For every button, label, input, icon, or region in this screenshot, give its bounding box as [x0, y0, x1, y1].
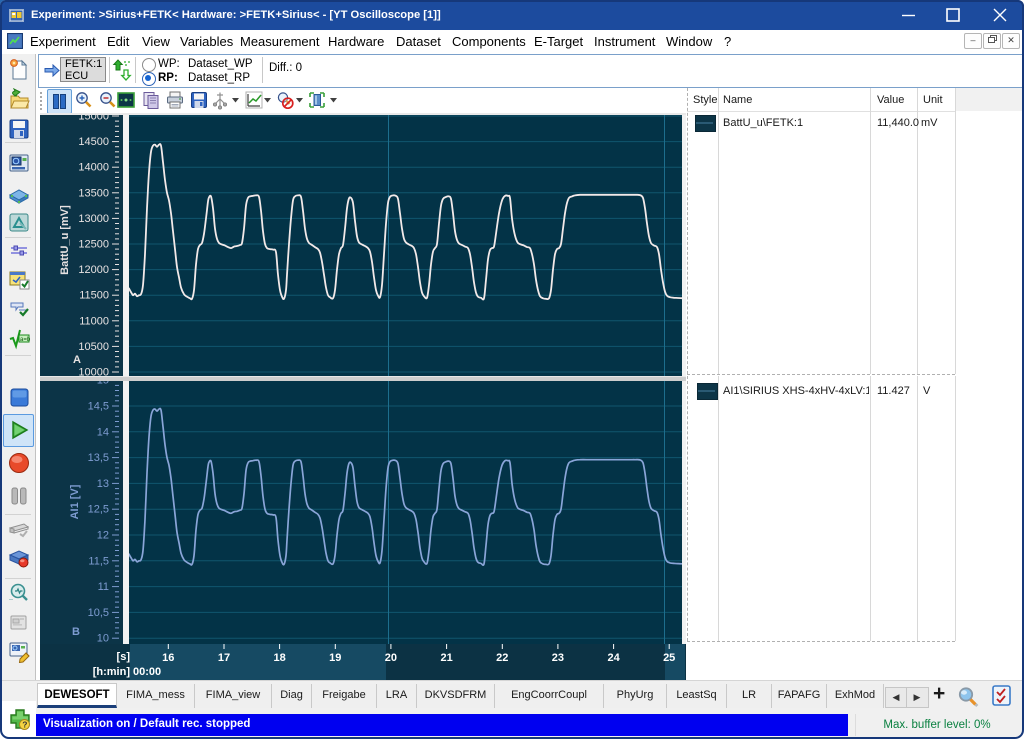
svg-text:a=b: a=b — [20, 337, 31, 343]
svg-text:25: 25 — [663, 652, 675, 664]
svg-text:12,5: 12,5 — [88, 504, 109, 516]
svg-text:15000: 15000 — [78, 113, 109, 123]
svg-text:18: 18 — [273, 652, 285, 664]
svg-text:11: 11 — [98, 581, 109, 593]
svg-text:10: 10 — [97, 633, 109, 645]
svg-text:--: -- — [9, 597, 13, 603]
svg-text:19: 19 — [329, 652, 341, 664]
svg-text:?: ? — [22, 720, 27, 730]
svg-text:12: 12 — [97, 530, 109, 542]
svg-text:[s]: [s] — [117, 651, 131, 663]
svg-text:11500: 11500 — [79, 290, 109, 302]
svg-text:16: 16 — [162, 652, 174, 664]
svg-text:13000: 13000 — [78, 213, 109, 225]
svg-text:21: 21 — [440, 652, 452, 664]
svg-text:14500: 14500 — [78, 136, 109, 148]
svg-text:BattU_u [mV]: BattU_u [mV] — [59, 205, 71, 275]
svg-text:13500: 13500 — [78, 187, 109, 199]
svg-text:14: 14 — [97, 426, 109, 438]
svg-text:14,5: 14,5 — [88, 401, 109, 413]
svg-text:AI1 [V]: AI1 [V] — [69, 484, 81, 519]
svg-text:17: 17 — [218, 652, 230, 664]
svg-text:00:00: 00:00 — [133, 666, 161, 678]
svg-text:22: 22 — [496, 652, 508, 664]
svg-text:12500: 12500 — [78, 239, 109, 251]
svg-text:13: 13 — [97, 478, 109, 490]
svg-text:10500: 10500 — [78, 341, 109, 353]
svg-text:24: 24 — [607, 652, 620, 664]
svg-text:13,5: 13,5 — [88, 452, 109, 464]
svg-text:A: A — [73, 354, 81, 366]
svg-text:23: 23 — [552, 652, 564, 664]
svg-text:11000: 11000 — [79, 315, 109, 327]
svg-text:B: B — [72, 626, 80, 638]
svg-text:20: 20 — [385, 652, 397, 664]
svg-text:[h:min]: [h:min] — [93, 666, 131, 678]
svg-text:12000: 12000 — [78, 264, 109, 276]
svg-text:14000: 14000 — [78, 162, 109, 174]
svg-text:10,5: 10,5 — [88, 607, 109, 619]
svg-text:11,5: 11,5 — [88, 555, 109, 567]
